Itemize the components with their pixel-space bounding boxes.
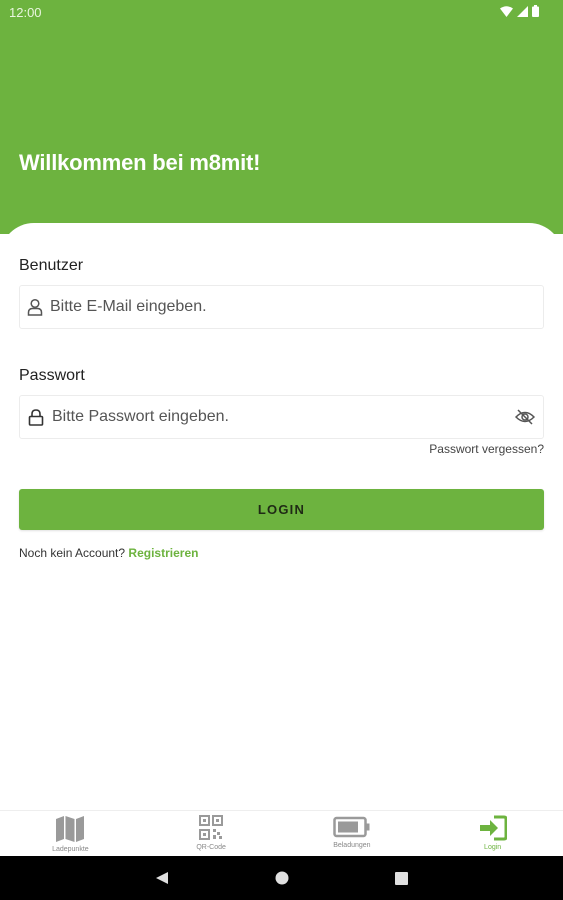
qr-code-icon xyxy=(199,815,224,840)
system-nav-bar xyxy=(0,856,563,900)
password-input[interactable] xyxy=(52,396,507,438)
status-icons xyxy=(500,5,539,17)
header-banner: Willkommen bei m8mit! xyxy=(0,24,563,234)
email-input[interactable] xyxy=(50,286,543,328)
nav-label-login: Login xyxy=(484,844,502,851)
password-label: Passwort xyxy=(19,367,85,384)
toggle-password-visibility-icon[interactable] xyxy=(507,409,543,425)
nav-label-ladepunkte: Ladepunkte xyxy=(52,846,89,853)
recents-icon[interactable] xyxy=(342,871,462,885)
user-label: Benutzer xyxy=(19,257,84,274)
login-icon xyxy=(479,815,507,841)
email-field[interactable] xyxy=(19,285,544,329)
password-field[interactable] xyxy=(19,395,544,439)
wifi-icon xyxy=(500,5,513,17)
back-icon[interactable] xyxy=(102,871,222,885)
nav-item-login[interactable]: Login xyxy=(422,811,563,856)
nav-item-beladungen[interactable]: Beladungen xyxy=(282,811,423,856)
register-prompt: Noch kein Account? Registrieren xyxy=(19,546,198,560)
map-icon xyxy=(56,816,85,842)
login-button[interactable]: LOGIN xyxy=(19,489,544,530)
page-title: Willkommen bei m8mit! xyxy=(19,150,261,175)
no-account-text: Noch kein Account? xyxy=(19,546,126,560)
bottom-nav: Ladepunkte QR-Code Beladungen Login xyxy=(0,810,563,856)
user-icon xyxy=(20,298,50,316)
battery-status-icon xyxy=(532,5,539,17)
lock-icon xyxy=(20,408,52,426)
battery-icon xyxy=(333,816,370,838)
nav-label-qr-code: QR-Code xyxy=(196,844,226,851)
status-time: 12:00 xyxy=(9,5,42,20)
nav-label-beladungen: Beladungen xyxy=(333,842,371,849)
home-icon[interactable] xyxy=(222,871,342,885)
cellular-signal-icon xyxy=(517,5,528,17)
register-link[interactable]: Registrieren xyxy=(128,546,198,560)
nav-item-qr-code[interactable]: QR-Code xyxy=(141,811,282,856)
status-bar: 12:00 xyxy=(0,0,563,24)
nav-item-ladepunkte[interactable]: Ladepunkte xyxy=(0,811,141,856)
forgot-password-link[interactable]: Passwort vergessen? xyxy=(429,442,544,456)
